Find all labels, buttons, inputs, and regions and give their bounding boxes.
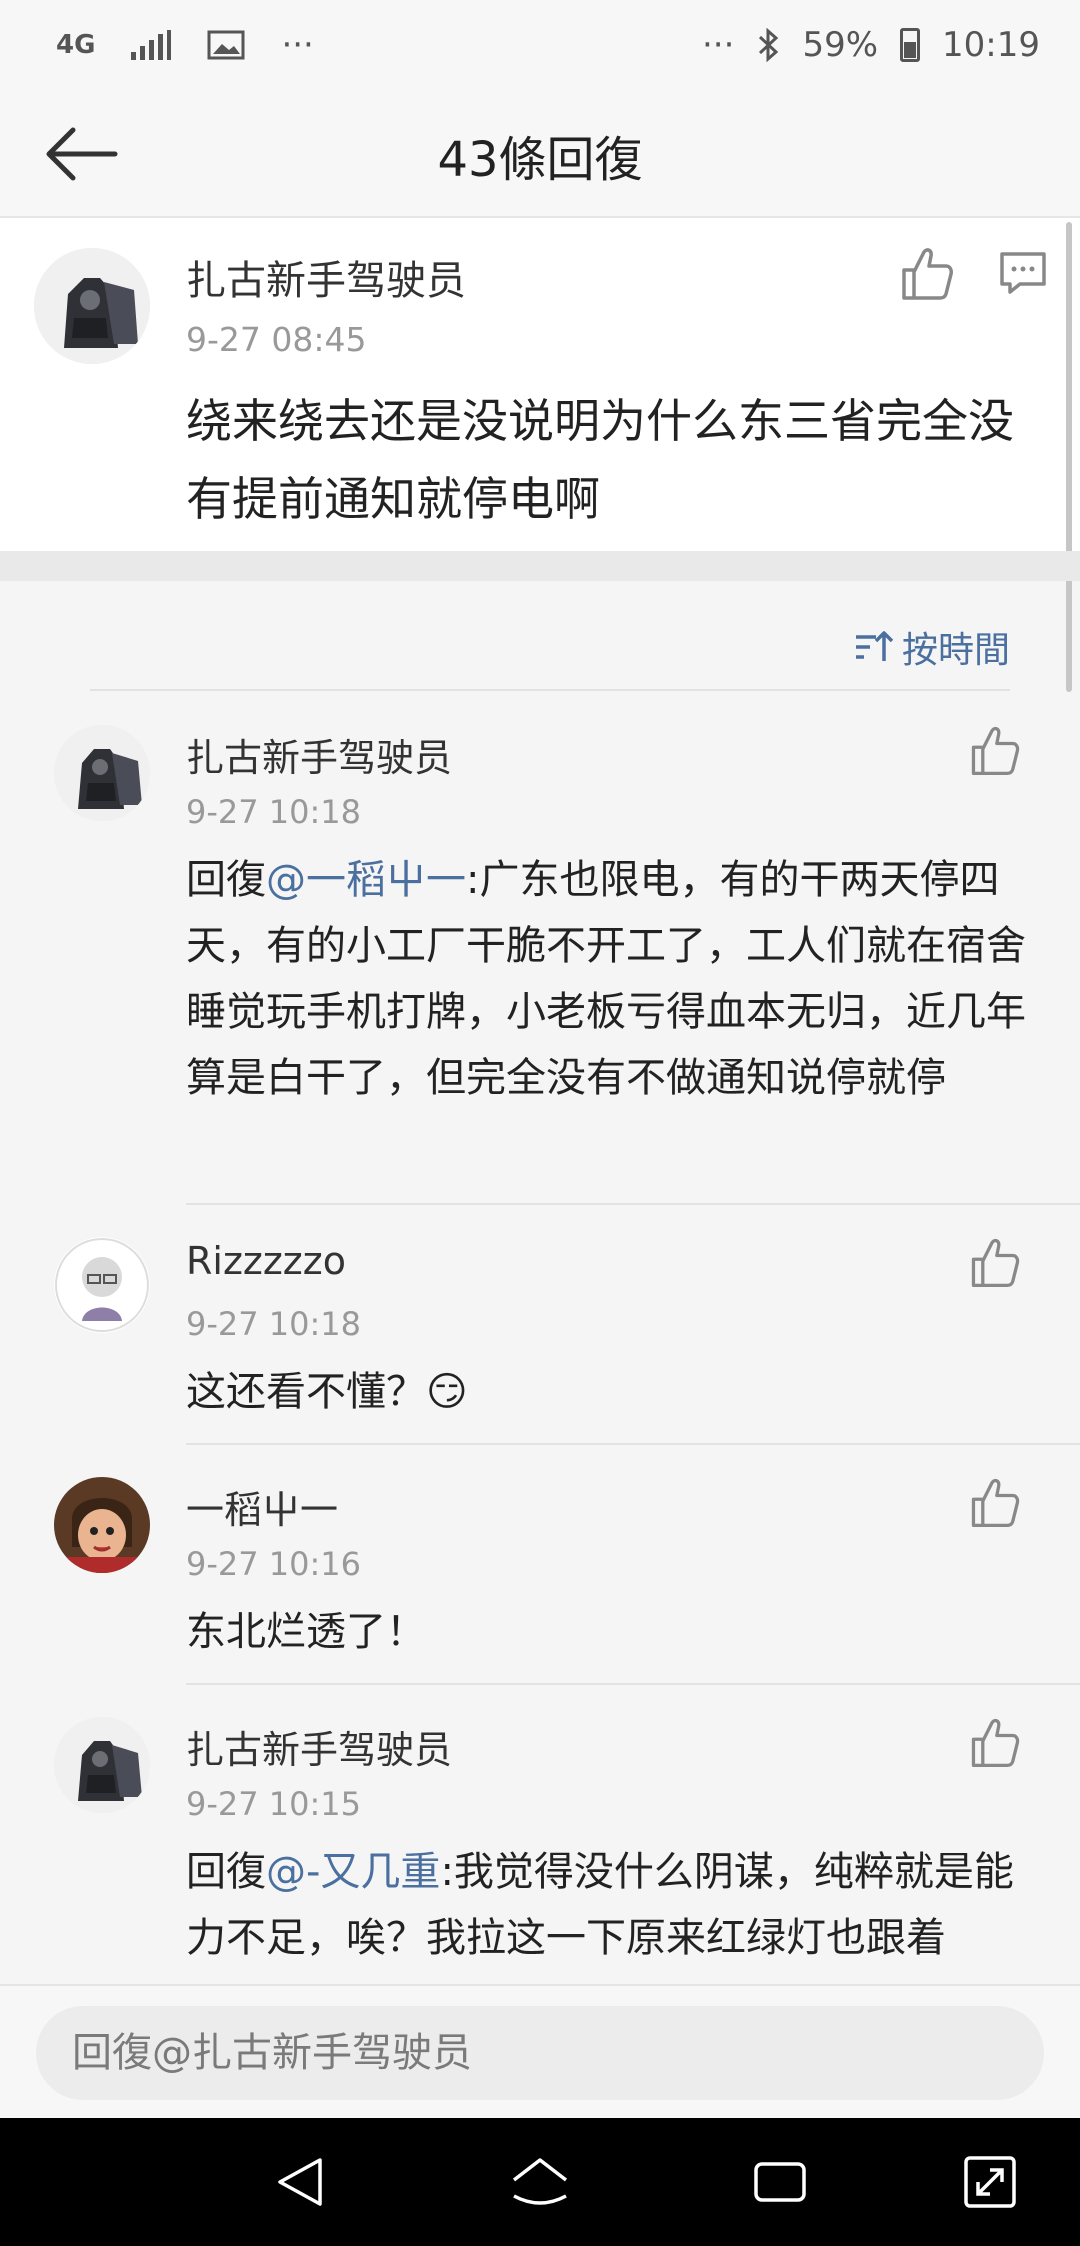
sort-bar: 按時間	[90, 581, 1010, 691]
battery-icon	[900, 28, 921, 62]
top-app-bar: 43條回復	[0, 90, 1080, 218]
mention-link[interactable]: @-又几重	[266, 1849, 440, 1895]
expand-icon	[964, 2156, 1016, 2208]
nav-recents-button[interactable]	[748, 2150, 812, 2214]
avatar[interactable]	[54, 1237, 150, 1333]
like-button[interactable]	[966, 723, 1026, 783]
avatar[interactable]	[54, 725, 150, 821]
comment-list: 扎古新手驾驶员 9-27 10:18 回復@一稻屮一:广东也限电，有的干两天停四…	[0, 693, 1080, 1984]
network-4g-icon: 4G	[56, 30, 96, 60]
comment-time: 9-27 10:18	[186, 793, 362, 831]
nav-expand-button[interactable]	[958, 2150, 1022, 2214]
comment-item: Rizzzzzo 9-27 10:18 这还看不懂？😏	[0, 1205, 1080, 1445]
bluetooth-icon	[756, 22, 780, 68]
comment-username[interactable]: 扎古新手驾驶员	[186, 248, 466, 306]
nav-home-button[interactable]	[508, 2150, 572, 2214]
status-bar: 4G ··· ··· 59% 10:19	[0, 0, 1080, 90]
page-title: 43條回復	[437, 132, 643, 188]
comment-username[interactable]: 一稻屮一	[186, 1479, 338, 1534]
comment-username[interactable]: 扎古新手驾驶员	[186, 1719, 452, 1774]
comment-item: 扎古新手驾驶员 9-27 10:15 回復@-又几重:我觉得没什么阴谋，纯粹就是…	[0, 1685, 1080, 1984]
comment-icon	[1000, 252, 1046, 294]
like-button[interactable]	[896, 244, 956, 304]
like-button[interactable]	[966, 1715, 1026, 1775]
avatar[interactable]	[34, 248, 150, 364]
thumbs-up-icon	[902, 248, 953, 300]
comment-text: 东北烂透了！	[186, 1609, 426, 1655]
comment-item: 扎古新手驾驶员 9-27 10:18 回復@一稻屮一:广东也限电，有的干两天停四…	[0, 693, 1080, 1205]
avatar[interactable]	[54, 1477, 150, 1573]
smirk-emoji-icon: 😏	[426, 1369, 468, 1415]
reply-input[interactable]	[36, 2006, 1044, 2100]
reply-prefix: 回復	[186, 857, 266, 903]
comment-text: 这还看不懂？	[186, 1369, 426, 1415]
reply-bar	[0, 1984, 1080, 2118]
nav-back-button[interactable]	[268, 2150, 332, 2214]
comment-time: 9-27 10:16	[186, 1545, 362, 1583]
comment-time: 9-27 10:18	[186, 1305, 362, 1343]
sort-icon	[855, 631, 894, 661]
thumbs-up-icon	[971, 1238, 1020, 1288]
mention-link[interactable]: @一稻屮一	[266, 857, 466, 903]
comment-content: 回復@一稻屮一:广东也限电，有的干两天停四天，有的小工厂干脆不开工了，工人们就在…	[186, 847, 1036, 1111]
like-button[interactable]	[966, 1235, 1026, 1295]
sort-label: 按時間	[901, 630, 1010, 671]
comment-username[interactable]: Rizzzzzo	[186, 1239, 346, 1283]
sort-button[interactable]: 按時間	[854, 621, 1010, 673]
signal-icon	[131, 22, 172, 68]
thumbs-up-icon	[971, 1478, 1020, 1528]
comment-username[interactable]: 扎古新手驾驶员	[186, 727, 452, 782]
scrollbar[interactable]	[1066, 222, 1072, 692]
comment-item: 一稻屮一 9-27 10:16 东北烂透了！	[0, 1445, 1080, 1685]
avatar[interactable]	[54, 1717, 150, 1813]
comment-time: 9-27 10:15	[186, 1785, 362, 1823]
system-navigation-bar	[0, 2118, 1080, 2246]
like-button[interactable]	[966, 1475, 1026, 1535]
more-notifications-icon: ···	[281, 25, 314, 65]
thumbs-up-icon	[971, 1718, 1020, 1768]
thumbs-up-icon	[971, 726, 1020, 776]
image-notification-icon	[207, 22, 245, 68]
section-divider	[0, 551, 1080, 581]
reply-prefix: 回復	[186, 1849, 266, 1895]
original-comment: 扎古新手驾驶员 9-27 08:45 绕来绕去还是没说明为什么东三省完全没有提前…	[0, 218, 1080, 551]
clock: 10:19	[942, 25, 1040, 65]
battery-percent: 59%	[802, 25, 879, 65]
comment-time: 9-27 08:45	[186, 320, 367, 359]
recents-icon	[754, 2162, 806, 2202]
comment-content: 回復@-又几重:我觉得没什么阴谋，纯粹就是能力不足，唉？我拉这一下原来红绿灯也跟…	[186, 1839, 1036, 1971]
more-status-icon: ···	[702, 25, 735, 65]
home-icon	[512, 2158, 568, 2205]
reply-button[interactable]	[998, 248, 1048, 298]
comment-content: 东北烂透了！	[186, 1599, 1036, 1665]
triangle-back-icon	[278, 2158, 322, 2206]
comment-content: 绕来绕去还是没说明为什么东三省完全没有提前通知就停电啊	[186, 394, 1014, 526]
comment-content: 这还看不懂？😏	[186, 1359, 1036, 1425]
